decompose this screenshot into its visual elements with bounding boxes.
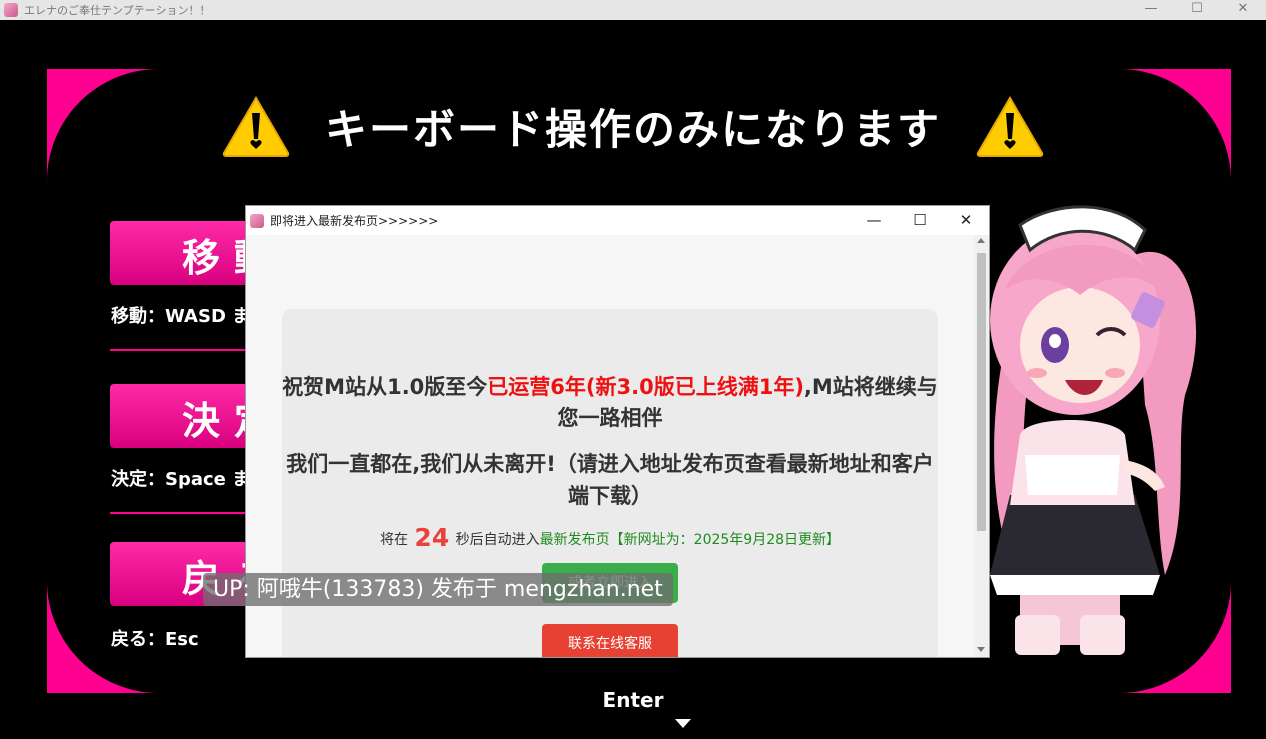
maximize-button[interactable]: ☐ — [1174, 0, 1220, 20]
announcement-highlight: 已运营6年(新3.0版已上线满1年) — [487, 375, 804, 399]
window-title-bar: エレナのご奉仕テンプテーション！！ — ☐ ✕ — [0, 0, 1266, 20]
popup-title: 即将进入最新发布页>>>>>> — [270, 214, 439, 228]
countdown-prefix: 将在 — [379, 532, 408, 548]
scroll-thumb[interactable] — [977, 253, 986, 531]
enter-prompt[interactable]: Enter — [0, 688, 1266, 712]
scroll-down-arrow-icon[interactable] — [977, 647, 985, 652]
app-icon — [250, 213, 264, 228]
down-arrow-icon — [675, 719, 691, 728]
divider — [110, 349, 250, 351]
popup-minimize-button[interactable]: — — [851, 206, 897, 235]
window-title: エレナのご奉仕テンプテーション！！ — [24, 4, 211, 17]
warning-icon — [976, 96, 1044, 157]
popup-close-button[interactable]: ✕ — [943, 206, 989, 235]
warning-icon — [222, 96, 290, 157]
back-section-desc: 戻る：Esc — [111, 629, 199, 650]
headline-text: キーボード操作のみになります — [324, 104, 941, 154]
release-page-link[interactable]: 最新发布页【新网址为：2025年9月28日更新】 — [540, 532, 840, 548]
app-icon — [4, 3, 18, 17]
countdown-line: 将在 24 秒后自动进入最新发布页【新网址为：2025年9月28日更新】 — [282, 523, 938, 555]
divider — [110, 512, 250, 514]
announcement-line-1: 祝贺M站从1.0版至今已运营6年(新3.0版已上线满1年),M站将继续与您一路相… — [282, 372, 938, 434]
popup-window-controls: — ☐ ✕ — [851, 206, 989, 235]
announcement-prefix: 祝贺M站从1.0版至今 — [282, 375, 488, 399]
popup-title-bar: 即将进入最新发布页>>>>>> — ☐ ✕ — [246, 206, 989, 235]
character-illustration — [990, 205, 1197, 655]
scroll-up-arrow-icon[interactable] — [977, 238, 985, 243]
headline: キーボード操作のみになります — [0, 95, 1266, 157]
close-button[interactable]: ✕ — [1220, 0, 1266, 20]
countdown-middle: 秒后自动进入 — [455, 532, 540, 548]
minimize-button[interactable]: — — [1128, 0, 1174, 20]
popup-scrollbar[interactable] — [974, 235, 989, 657]
popup-maximize-button[interactable]: ☐ — [897, 206, 943, 235]
countdown-number: 24 — [414, 523, 450, 552]
window-controls: — ☐ ✕ — [1128, 0, 1266, 20]
announcement-line-2: 我们一直都在,我们从未离开!（请进入地址发布页查看最新地址和客户端下载） — [286, 452, 934, 508]
online-support-button[interactable]: 联系在线客服 — [542, 624, 678, 657]
watermark: UP: 阿哦牛(133783) 发布于 mengzhan.net — [203, 573, 673, 606]
